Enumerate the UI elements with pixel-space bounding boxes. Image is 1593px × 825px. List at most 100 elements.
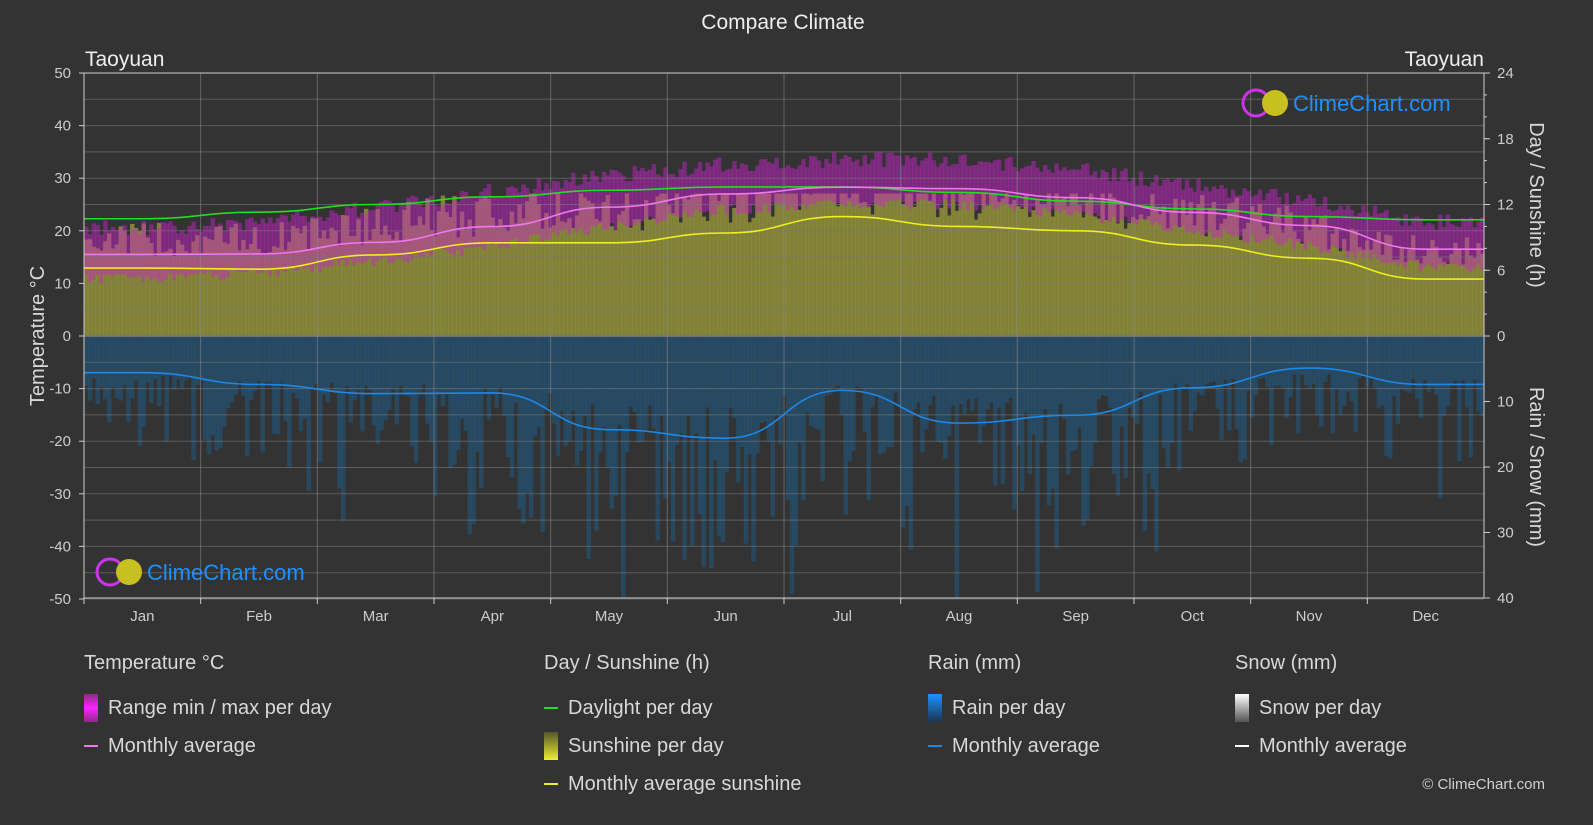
temp-range-day-bar xyxy=(287,221,292,267)
rain-day-bar xyxy=(920,336,925,453)
rain-day-bar xyxy=(843,336,848,515)
temp-range-day-bar xyxy=(1008,156,1013,208)
temp-range-day-bar xyxy=(770,163,776,203)
temp-range-day-bar xyxy=(540,190,545,242)
sunshine-day-bar xyxy=(551,225,557,336)
sunshine-day-bar xyxy=(1330,233,1336,336)
watermark-top: ClimeChart.com xyxy=(1241,88,1451,118)
rain-day-bar xyxy=(237,336,242,382)
temp-range-day-bar xyxy=(555,181,561,236)
sunshine-day-bar xyxy=(571,228,576,336)
temp-range-day-bar xyxy=(1334,209,1339,249)
rain-day-bar xyxy=(525,336,530,493)
sunshine-day-bar xyxy=(866,206,871,336)
rain-day-bar xyxy=(1457,336,1462,462)
sunshine-day-bar xyxy=(620,211,626,336)
rain-day-bar xyxy=(410,336,415,447)
left-tick-label: 50 xyxy=(54,65,71,82)
temp-range-swatch-icon xyxy=(84,694,98,722)
sunshine-day-bar xyxy=(597,221,603,336)
temp-range-day-bar xyxy=(333,212,338,261)
sunshine-day-bar xyxy=(1265,233,1270,336)
rain-day-bar xyxy=(1161,336,1167,449)
temp-range-day-bar xyxy=(1403,214,1408,269)
rain-day-bar xyxy=(1269,336,1274,446)
temp-range-day-bar xyxy=(1472,227,1477,269)
temp-range-day-bar xyxy=(824,158,829,201)
rain-day-bar xyxy=(360,336,365,432)
temp-range-day-bar xyxy=(877,151,883,206)
temp-range-day-bar xyxy=(1069,169,1075,216)
rain-day-bar xyxy=(594,336,599,532)
rain-day-bar xyxy=(1131,336,1136,418)
temp-range-day-bar xyxy=(168,221,173,274)
left-tick-label: -20 xyxy=(49,433,71,450)
rain-day-bar xyxy=(248,336,254,400)
rain-day-bar xyxy=(1391,336,1397,396)
sunshine-day-bar xyxy=(1368,249,1374,336)
sunshine-day-bar xyxy=(632,219,637,336)
right-top-tick-label: 6 xyxy=(1497,262,1505,279)
sunshine-day-bar xyxy=(766,193,772,336)
rain-day-bar xyxy=(1092,336,1098,444)
rain-day-bar xyxy=(1315,336,1320,415)
sunshine-day-bar xyxy=(1012,200,1017,336)
temp-range-day-bar xyxy=(1345,205,1351,259)
temp-range-day-bar xyxy=(1388,218,1393,264)
rain-day-bar xyxy=(728,336,733,408)
sunshine-day-bar xyxy=(1004,193,1009,336)
rain-day-bar xyxy=(1464,336,1470,408)
temp-range-day-bar xyxy=(248,217,254,270)
sunshine-day-bar xyxy=(1073,193,1079,336)
sunshine-day-bar xyxy=(736,193,741,336)
sunshine-day-bar xyxy=(594,218,599,336)
rain-day-bar xyxy=(1361,336,1366,376)
rain-day-bar xyxy=(298,336,304,432)
rain-day-bar xyxy=(613,336,618,497)
rain-day-bar xyxy=(586,336,591,560)
sunshine-day-bar xyxy=(874,193,879,336)
rain-day-bar xyxy=(421,336,426,385)
temp-range-day-bar xyxy=(183,233,189,278)
rain-day-bar xyxy=(985,336,990,410)
sunshine-day-bar xyxy=(747,222,752,336)
sunshine-day-bar xyxy=(728,222,733,336)
logo-sun-icon xyxy=(116,559,142,585)
rain-day-bar xyxy=(732,336,737,418)
rain-day-bar xyxy=(724,336,729,473)
temp-range-day-bar xyxy=(1000,170,1006,204)
rain-day-bar xyxy=(977,336,983,444)
x-tick-label: Jun xyxy=(714,608,738,625)
rain-day-bar xyxy=(126,336,131,423)
rain-day-bar xyxy=(1177,336,1182,471)
temp-range-day-bar xyxy=(950,164,956,200)
rain-day-bar xyxy=(337,336,342,489)
sunshine-day-bar xyxy=(839,193,845,336)
rain-day-bar xyxy=(1184,336,1190,385)
left-tick-label: -10 xyxy=(49,381,71,398)
temp-range-day-bar xyxy=(279,214,285,271)
sunshine-day-bar xyxy=(693,193,699,336)
rain-day-bar xyxy=(383,336,388,421)
temp-range-day-bar xyxy=(851,161,856,207)
rain-day-bar xyxy=(521,336,526,524)
sunshine-day-bar xyxy=(1142,219,1148,336)
temp-range-day-bar xyxy=(1457,226,1462,267)
temp-range-day-bar xyxy=(993,160,998,210)
x-tick-label: Feb xyxy=(246,608,272,625)
temp-range-day-bar xyxy=(613,170,618,230)
temp-range-day-bar xyxy=(1257,189,1263,243)
x-tick-label: May xyxy=(595,608,624,625)
legend-item: Monthly average xyxy=(928,727,1100,765)
temp-range-day-bar xyxy=(1031,160,1036,208)
sunshine-day-bar xyxy=(854,193,860,336)
temp-range-day-bar xyxy=(701,171,706,213)
rain-day-bar xyxy=(1414,336,1420,399)
x-tick-label: Jan xyxy=(130,608,154,625)
rain-day-bar xyxy=(344,336,350,387)
temp-range-day-bar xyxy=(670,174,676,216)
left-tick-label: 10 xyxy=(54,275,71,292)
temp-range-day-bar xyxy=(927,152,933,202)
temp-range-day-bar xyxy=(1296,195,1301,243)
right-top-tick-label: 12 xyxy=(1497,197,1514,214)
